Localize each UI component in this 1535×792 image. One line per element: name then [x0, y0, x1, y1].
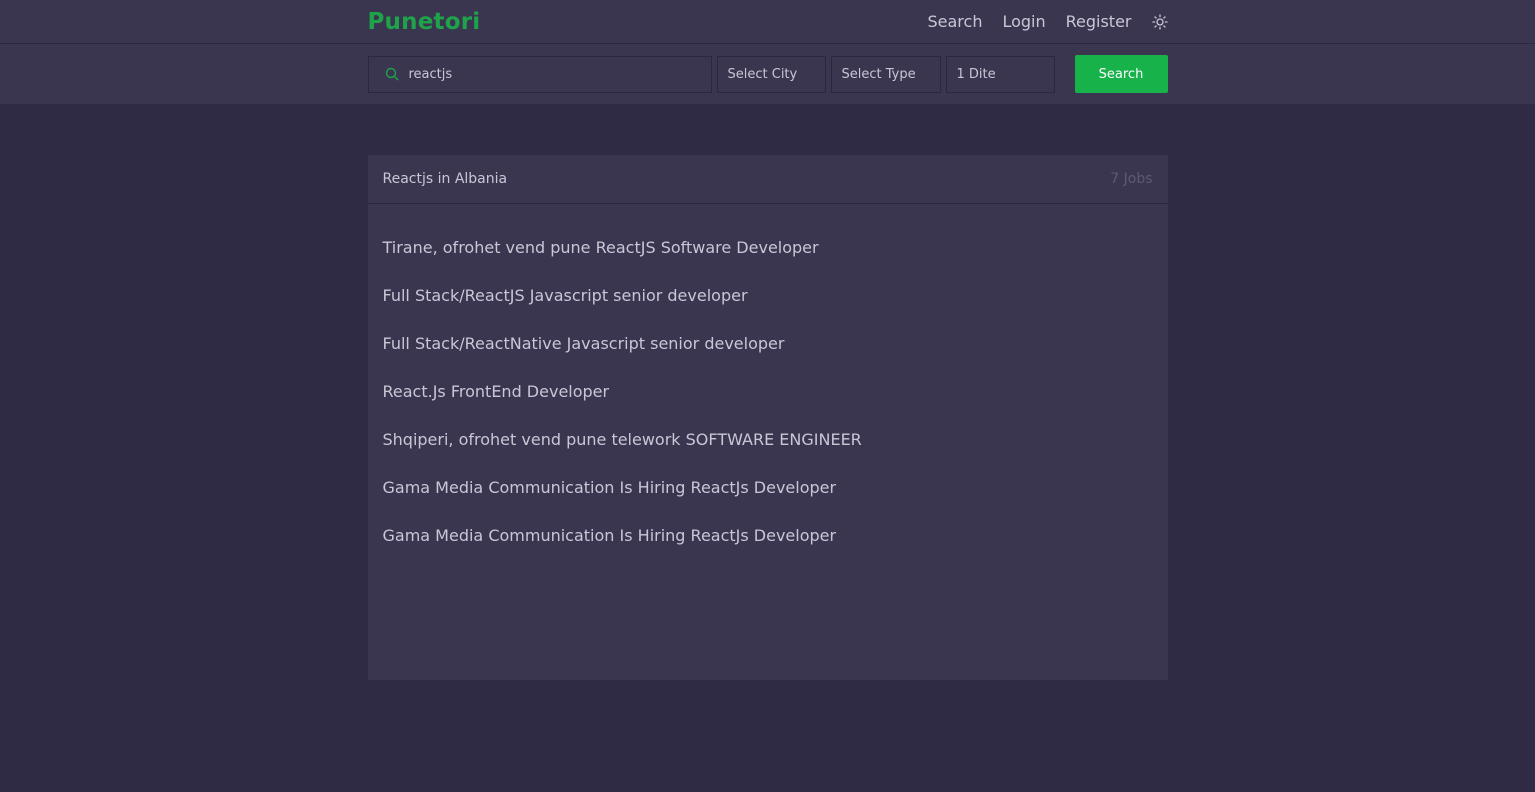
type-select[interactable]: Select Type	[830, 55, 941, 93]
city-select[interactable]: Select City	[716, 55, 826, 93]
nav-register-link[interactable]: Register	[1066, 12, 1132, 31]
date-select[interactable]: 1 Dite	[945, 55, 1055, 93]
nav-login-link[interactable]: Login	[1002, 12, 1045, 31]
logo[interactable]: Punetori	[368, 9, 481, 35]
nav-search-link[interactable]: Search	[927, 12, 982, 31]
results-count: 7 Jobs	[1110, 171, 1153, 187]
search-input[interactable]: reactjs	[367, 55, 712, 93]
search-button[interactable]: Search	[1074, 55, 1168, 93]
results-panel: Reactjs in Albania 7 Jobs Tirane, ofrohe…	[367, 155, 1168, 680]
results-title: Reactjs in Albania	[382, 171, 508, 187]
job-item[interactable]: Gama Media Communication Is Hiring React…	[368, 504, 1168, 566]
results-header: Reactjs in Albania 7 Jobs	[367, 155, 1168, 204]
search-query-text: reactjs	[408, 66, 453, 82]
top-navbar: Punetori Search Login Register	[0, 0, 1535, 44]
job-list: Tirane, ofrohet vend pune ReactJS Softwa…	[368, 204, 1168, 566]
search-filters-bar: reactjs Select City Select Type 1 Dite S…	[0, 44, 1535, 104]
main-nav: Search Login Register	[907, 12, 1168, 31]
search-icon	[385, 67, 399, 81]
sun-icon[interactable]	[1151, 13, 1168, 30]
